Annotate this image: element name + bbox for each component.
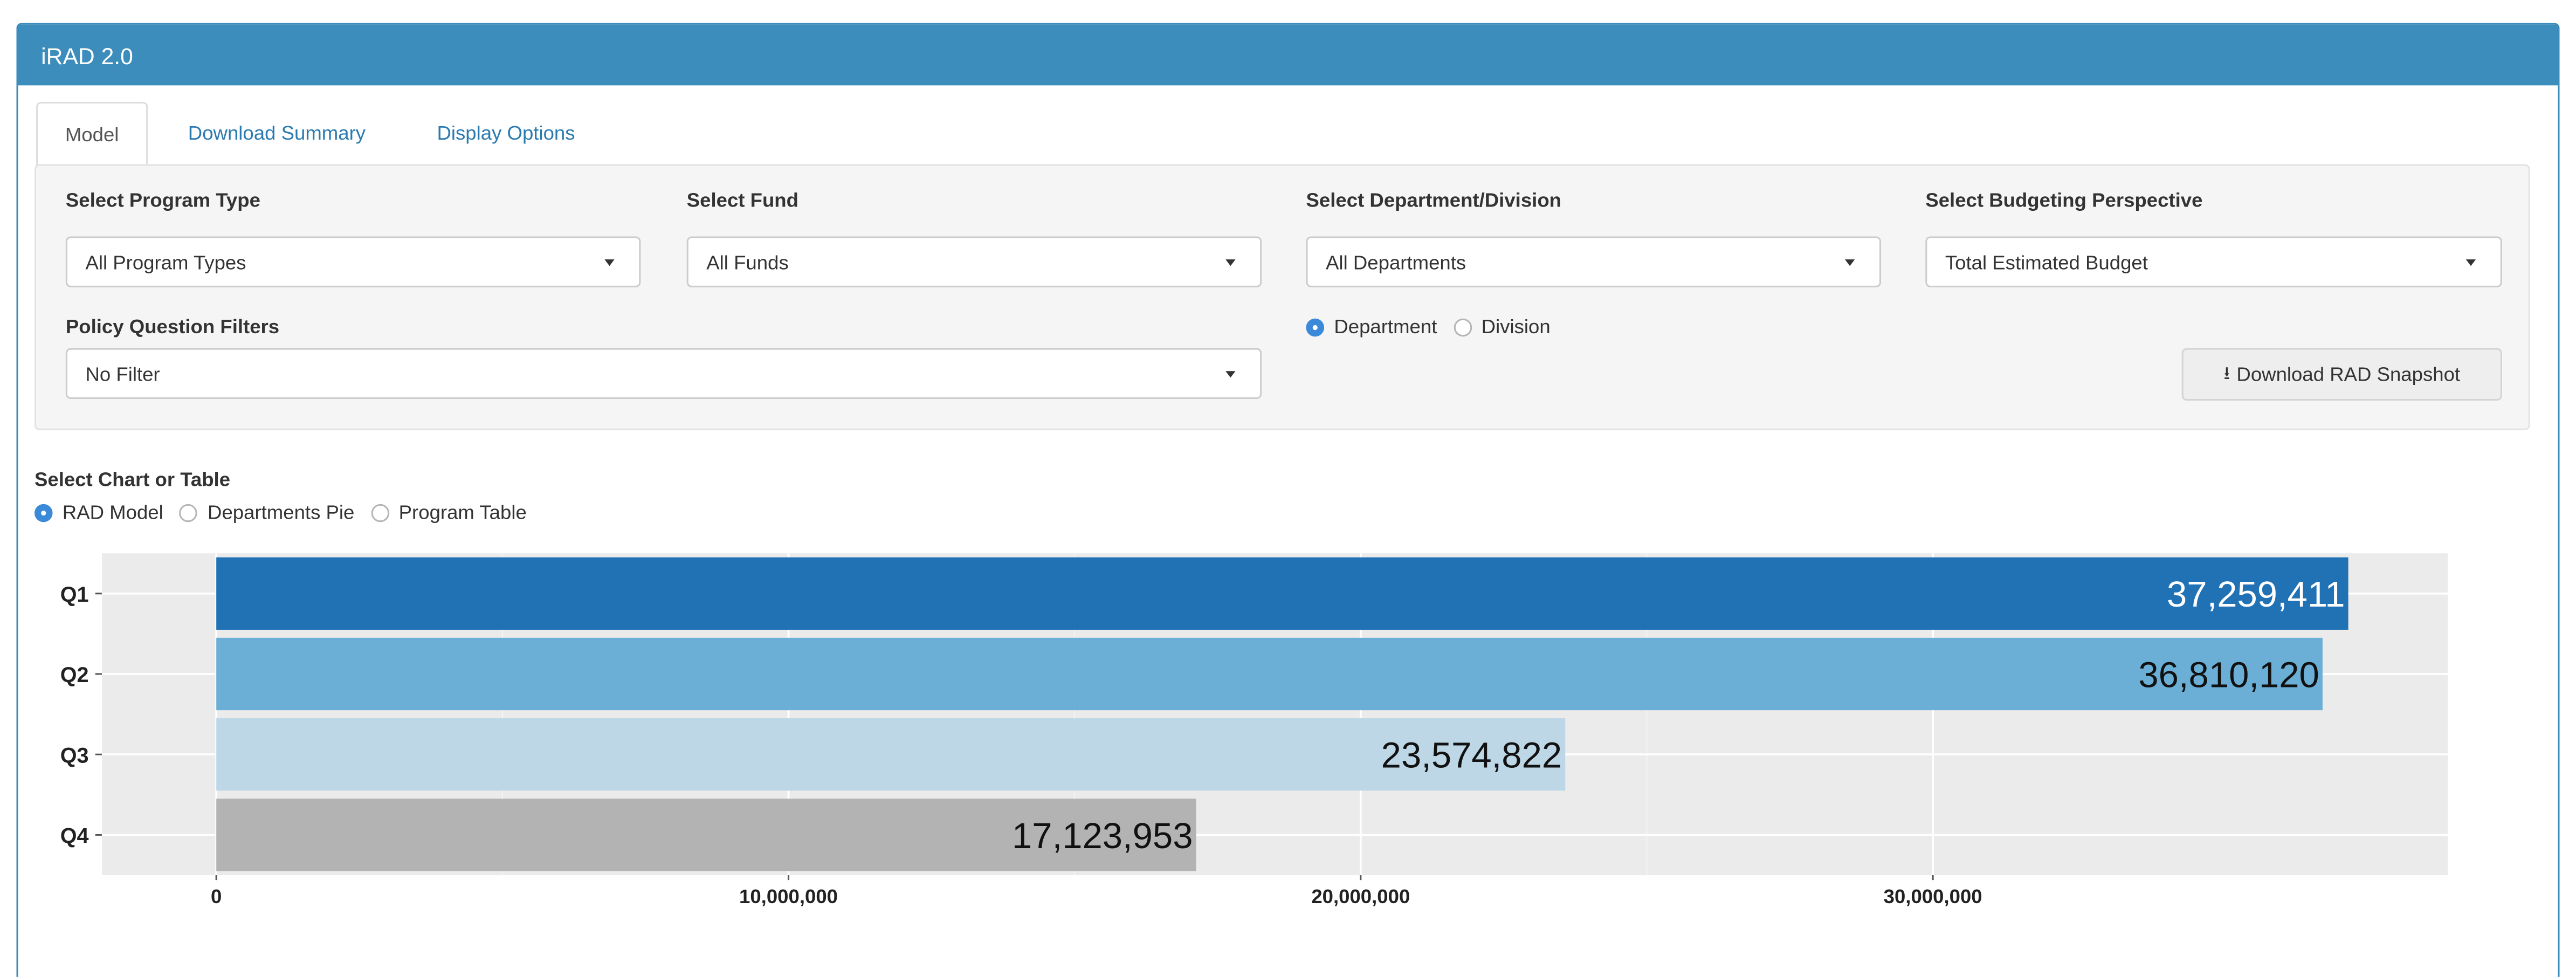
radio-departments-pie[interactable] xyxy=(180,503,198,521)
download-button-label: Download RAD Snapshot xyxy=(2236,362,2461,386)
bar-q2 xyxy=(216,637,2323,711)
chevron-down-icon xyxy=(2465,259,2476,266)
app-window: iRAD 2.0 Model Download Summary Display … xyxy=(0,0,2576,977)
chart-selector: RAD Model Departments Pie Program Table xyxy=(34,501,543,524)
chevron-down-icon xyxy=(1845,259,1855,266)
tab-model[interactable]: Model xyxy=(36,101,148,168)
bar-value-label: 37,259,411 xyxy=(2167,574,2345,615)
chart-selector-label: Select Chart or Table xyxy=(34,467,231,491)
chevron-down-icon xyxy=(1225,259,1236,266)
y-tick-label: Q1 xyxy=(60,583,89,607)
perspective-value: Total Estimated Budget xyxy=(1945,250,2148,274)
department-select[interactable]: All Departments xyxy=(1306,236,1882,287)
x-tick-label: 30,000,000 xyxy=(1884,885,1982,907)
app-title: iRAD 2.0 xyxy=(41,42,133,68)
radio-division[interactable] xyxy=(1453,318,1472,336)
radio-departments-pie-label[interactable]: Departments Pie xyxy=(208,501,354,524)
policy-filter-value: No Filter xyxy=(85,362,160,386)
bar-q3 xyxy=(216,718,1566,791)
chevron-down-icon xyxy=(604,259,615,266)
download-icon: ⭳ xyxy=(2223,363,2230,384)
x-tick-label: 0 xyxy=(211,885,222,907)
radio-program-table[interactable] xyxy=(370,503,389,521)
bar-value-label: 23,574,822 xyxy=(1381,735,1562,776)
radio-division-label[interactable]: Division xyxy=(1482,315,1551,339)
fund-select[interactable]: All Funds xyxy=(686,236,1262,287)
radio-rad-model-label[interactable]: RAD Model xyxy=(63,501,163,524)
radio-department[interactable] xyxy=(1306,318,1325,336)
panel-header: iRAD 2.0 xyxy=(18,24,2558,86)
radio-rad-model[interactable] xyxy=(34,503,53,521)
y-tick-label: Q2 xyxy=(60,663,89,687)
tab-display-options-label: Display Options xyxy=(437,121,575,145)
y-tick-label: Q4 xyxy=(60,824,89,848)
tab-display-options[interactable]: Display Options xyxy=(408,102,605,164)
radio-department-label[interactable]: Department xyxy=(1334,315,1437,339)
bar-value-label: 17,123,953 xyxy=(1012,816,1193,856)
fund-value: All Funds xyxy=(706,250,789,274)
policy-filter-select[interactable]: No Filter xyxy=(65,348,1262,399)
y-tick-label: Q3 xyxy=(60,744,89,767)
tab-model-label: Model xyxy=(65,123,119,147)
program-type-select[interactable]: All Program Types xyxy=(65,236,641,287)
tab-download-summary[interactable]: Download Summary xyxy=(158,102,396,164)
x-tick-label: 20,000,000 xyxy=(1311,885,1410,907)
policy-filter-label: Policy Question Filters xyxy=(65,315,280,339)
tab-download-summary-label: Download Summary xyxy=(188,121,366,145)
perspective-label: Select Budgeting Perspective xyxy=(1925,189,2203,212)
program-type-label: Select Program Type xyxy=(65,189,260,212)
rad-model-chart: 0 10,000,000 20,000,000 30,000,000 37,259,41… xyxy=(60,553,2448,907)
fund-label: Select Fund xyxy=(686,189,798,212)
bar-value-label: 36,810,120 xyxy=(2138,655,2319,695)
perspective-select[interactable]: Total Estimated Budget xyxy=(1925,236,2502,287)
bar-q1 xyxy=(216,557,2348,630)
radio-program-table-label[interactable]: Program Table xyxy=(399,501,527,524)
department-label: Select Department/Division xyxy=(1306,189,1562,212)
x-tick-label: 10,000,000 xyxy=(739,885,838,907)
program-type-value: All Program Types xyxy=(85,250,246,274)
dept-division-toggle: Department Division xyxy=(1306,315,1567,339)
chevron-down-icon xyxy=(1225,371,1236,378)
download-rad-snapshot-button[interactable]: ⭳ Download RAD Snapshot xyxy=(2181,348,2502,401)
department-value: All Departments xyxy=(1326,250,1466,274)
